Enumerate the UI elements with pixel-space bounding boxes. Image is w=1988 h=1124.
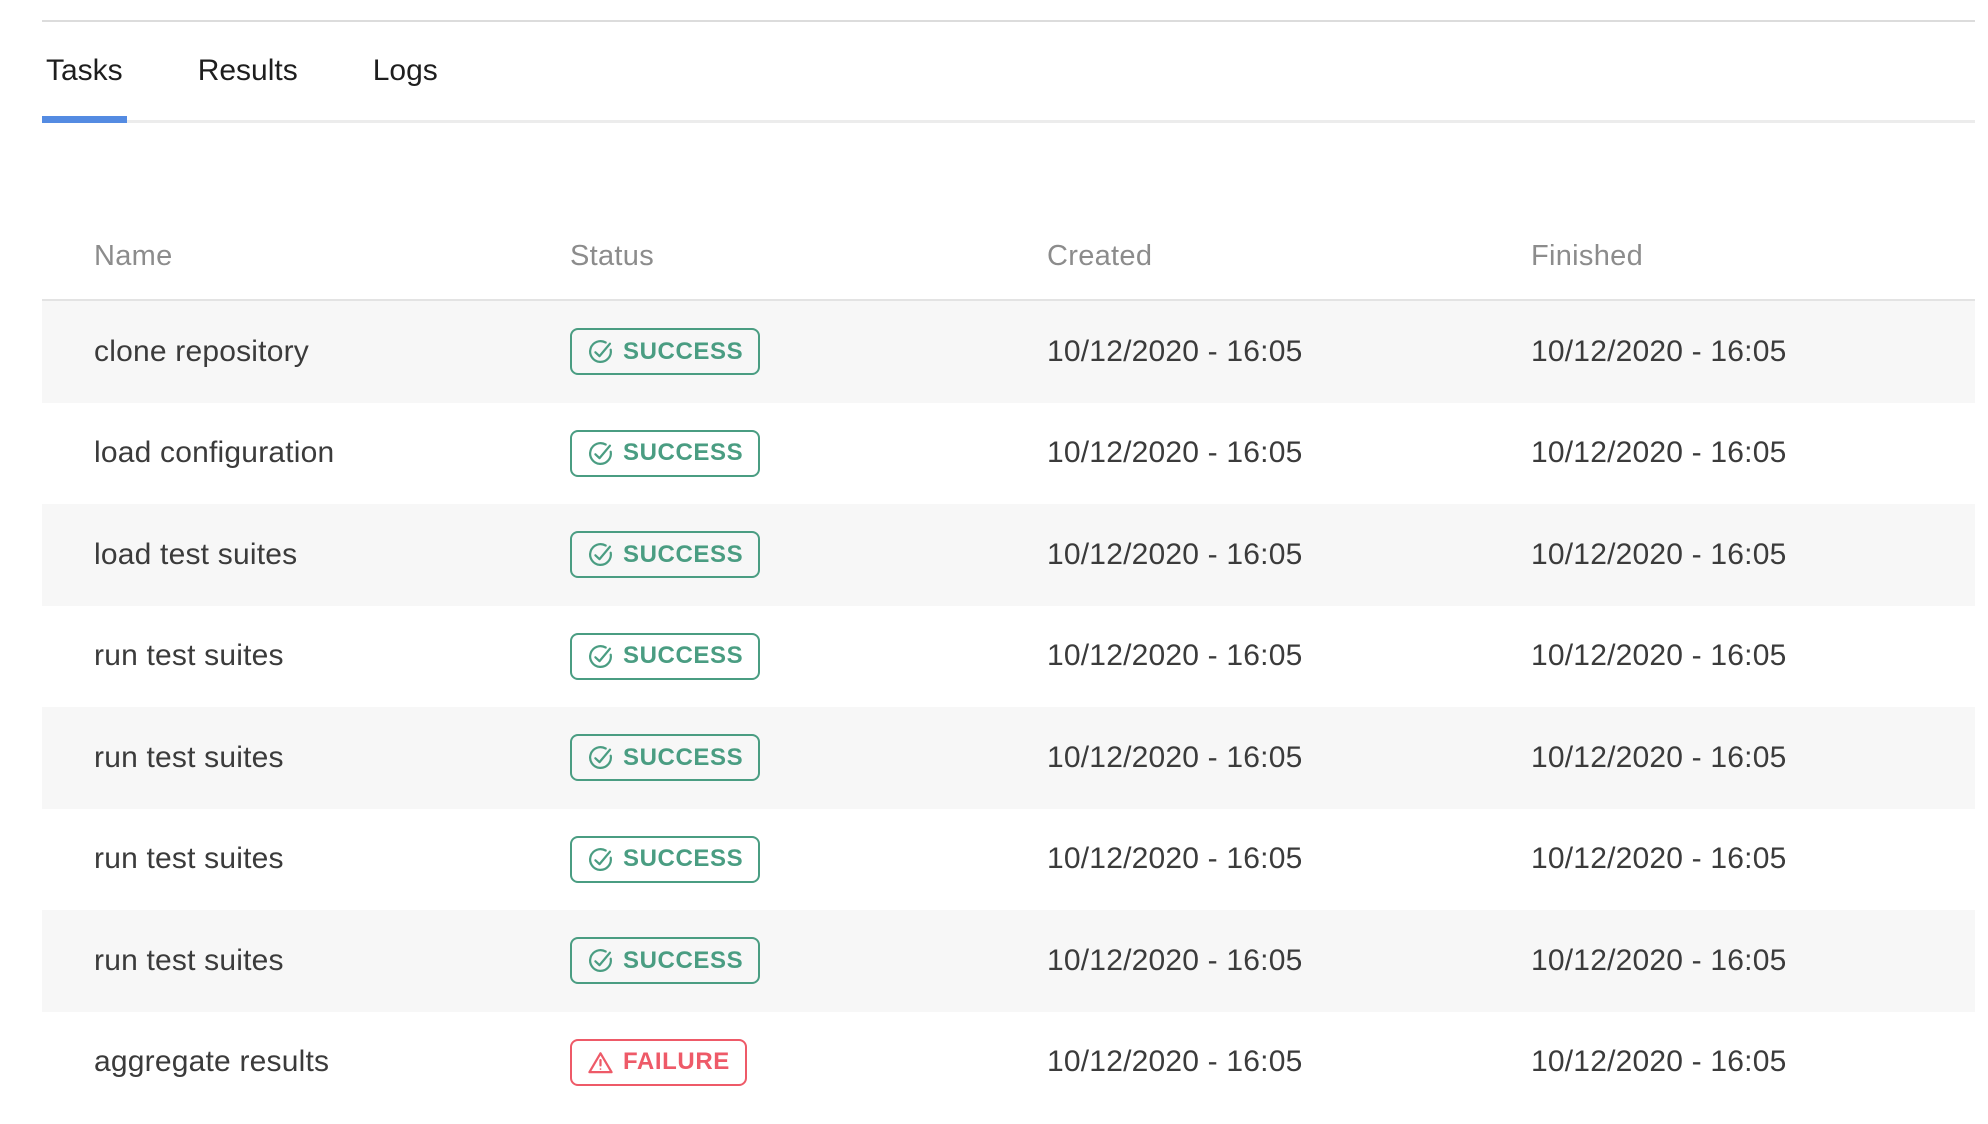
task-finished: 10/12/2020 - 16:05 [1531,436,1975,470]
status-badge: SUCCESS [570,633,760,680]
task-created: 10/12/2020 - 16:05 [1047,1045,1531,1079]
task-name: run test suites [42,639,570,673]
task-status-cell: SUCCESS [570,937,1047,984]
table-row[interactable]: load test suites SUCCESS 10/12/2020 - 16… [42,504,1975,606]
task-finished: 10/12/2020 - 16:05 [1531,1045,1975,1079]
status-badge: SUCCESS [570,937,760,984]
task-name: run test suites [42,944,570,978]
task-finished: 10/12/2020 - 16:05 [1531,842,1975,876]
status-badge: FAILURE [570,1039,747,1086]
task-name: aggregate results [42,1045,570,1079]
tab-results-label: Results [198,54,298,88]
task-created: 10/12/2020 - 16:05 [1047,944,1531,978]
status-badge: SUCCESS [570,430,760,477]
task-finished: 10/12/2020 - 16:05 [1531,639,1975,673]
task-created: 10/12/2020 - 16:05 [1047,436,1531,470]
status-badge-label: SUCCESS [623,338,743,366]
task-status-cell: SUCCESS [570,531,1047,578]
task-status-cell: SUCCESS [570,328,1047,375]
task-created: 10/12/2020 - 16:05 [1047,538,1531,572]
status-badge: SUCCESS [570,531,760,578]
task-name: run test suites [42,842,570,876]
table-row[interactable]: load configuration SUCCESS 10/12/2020 - … [42,403,1975,505]
task-finished: 10/12/2020 - 16:05 [1531,944,1975,978]
check-circle-icon [587,338,614,365]
check-circle-icon [587,541,614,568]
table-row[interactable]: clone repository SUCCESS 10/12/2020 - 16… [42,301,1975,403]
task-name: load test suites [42,538,570,572]
task-name: load configuration [42,436,570,470]
task-status-cell: SUCCESS [570,633,1047,680]
header-status: Status [570,240,1047,273]
header-finished: Finished [1531,240,1975,273]
status-badge-label: SUCCESS [623,541,743,569]
tab-results[interactable]: Results [194,22,302,120]
task-status-cell: SUCCESS [570,430,1047,477]
status-badge-label: SUCCESS [623,845,743,873]
tasks-page: Tasks Results Logs Name Status Created F… [42,0,1975,1113]
status-badge: SUCCESS [570,734,760,781]
task-created: 10/12/2020 - 16:05 [1047,335,1531,369]
task-finished: 10/12/2020 - 16:05 [1531,741,1975,775]
header-name: Name [42,240,570,273]
task-status-cell: FAILURE [570,1039,1047,1086]
task-name: run test suites [42,741,570,775]
check-circle-icon [587,947,614,974]
status-badge-label: SUCCESS [623,642,743,670]
status-badge: SUCCESS [570,328,760,375]
tab-logs-label: Logs [373,54,438,88]
task-created: 10/12/2020 - 16:05 [1047,741,1531,775]
task-created: 10/12/2020 - 16:05 [1047,842,1531,876]
status-badge-label: SUCCESS [623,744,743,772]
tab-tasks-label: Tasks [46,54,123,88]
task-created: 10/12/2020 - 16:05 [1047,639,1531,673]
check-circle-icon [587,846,614,873]
table-row[interactable]: run test suites SUCCESS 10/12/2020 - 16:… [42,707,1975,809]
task-status-cell: SUCCESS [570,836,1047,883]
table-row[interactable]: run test suites SUCCESS 10/12/2020 - 16:… [42,910,1975,1012]
table-row[interactable]: run test suites SUCCESS 10/12/2020 - 16:… [42,809,1975,911]
tab-tasks[interactable]: Tasks [42,22,127,120]
status-badge-label: SUCCESS [623,439,743,467]
active-tab-underline [42,116,127,123]
tab-logs[interactable]: Logs [369,22,442,120]
table-row[interactable]: run test suites SUCCESS 10/12/2020 - 16:… [42,606,1975,708]
check-circle-icon [587,440,614,467]
tasks-table: Name Status Created Finished clone repos… [42,123,1975,1113]
task-status-cell: SUCCESS [570,734,1047,781]
check-circle-icon [587,744,614,771]
header-created: Created [1047,240,1531,273]
tab-bar: Tasks Results Logs [42,20,1975,123]
table-header: Name Status Created Finished [42,123,1975,301]
task-finished: 10/12/2020 - 16:05 [1531,335,1975,369]
status-badge: SUCCESS [570,836,760,883]
status-badge-label: SUCCESS [623,947,743,975]
task-name: clone repository [42,335,570,369]
check-circle-icon [587,643,614,670]
table-row[interactable]: aggregate results FAILURE 10/12/2020 - 1… [42,1012,1975,1114]
status-badge-label: FAILURE [623,1048,730,1076]
warning-icon [587,1049,614,1076]
task-finished: 10/12/2020 - 16:05 [1531,538,1975,572]
